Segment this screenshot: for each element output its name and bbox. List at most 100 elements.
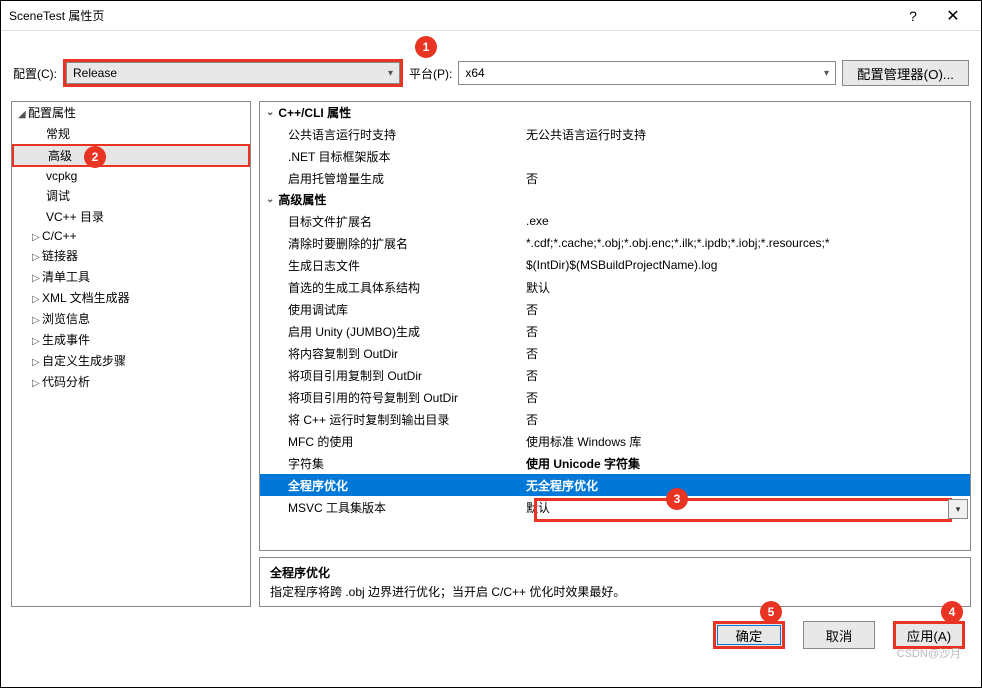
tree-item[interactable]: 高级	[12, 144, 250, 167]
platform-select[interactable]: x64 ▾	[458, 61, 836, 85]
property-row[interactable]: 将项目引用的符号复制到 OutDir否	[260, 386, 970, 408]
window-title: SceneTest 属性页	[9, 7, 893, 24]
property-row[interactable]: 生成日志文件$(IntDir)$(MSBuildProjectName).log	[260, 254, 970, 276]
property-row[interactable]: MSVC 工具集版本默认	[260, 496, 970, 518]
caret-down-icon: ◢	[18, 109, 28, 120]
close-button[interactable]: ✕	[933, 6, 973, 26]
config-label: 配置(C):	[13, 65, 57, 82]
property-row[interactable]: 将项目引用复制到 OutDir否	[260, 364, 970, 386]
property-row[interactable]: 全程序优化无全程序优化	[260, 474, 970, 496]
platform-label: 平台(P):	[409, 65, 452, 82]
property-row[interactable]: 使用调试库否	[260, 298, 970, 320]
property-row[interactable]: 启用托管增量生成否	[260, 167, 970, 189]
tree-item[interactable]: ▷浏览信息	[12, 308, 250, 329]
tree-item-label: C/C++	[42, 229, 77, 243]
property-row[interactable]: MFC 的使用使用标准 Windows 库	[260, 430, 970, 452]
property-name: 启用托管增量生成	[260, 170, 522, 187]
property-row[interactable]: 启用 Unity (JUMBO)生成否	[260, 320, 970, 342]
property-value: 否	[522, 367, 970, 384]
property-name: 首选的生成工具体系结构	[260, 279, 522, 296]
tree-item-label: XML 文档生成器	[42, 291, 130, 305]
tree-item[interactable]: vcpkg	[12, 167, 250, 185]
annotation-badge-2: 2	[84, 146, 106, 168]
dropdown-chevron-icon[interactable]: ▾	[948, 499, 968, 519]
property-value: 否	[522, 345, 970, 362]
watermark: CSDN@沙月	[897, 645, 961, 661]
caret-right-icon: ▷	[32, 273, 42, 284]
group-name: 高级属性	[278, 191, 326, 208]
tree-item-label: 高级	[48, 149, 72, 163]
property-row[interactable]: .NET 目标框架版本	[260, 145, 970, 167]
description-title: 全程序优化	[270, 564, 960, 581]
config-manager-button[interactable]: 配置管理器(O)...	[842, 60, 969, 86]
property-row[interactable]: 将 C++ 运行时复制到输出目录否	[260, 408, 970, 430]
property-value: 否	[522, 301, 970, 318]
tree-item[interactable]: ▷代码分析	[12, 371, 250, 392]
caret-right-icon: ▷	[32, 315, 42, 326]
property-row[interactable]: 公共语言运行时支持无公共语言运行时支持	[260, 123, 970, 145]
tree-item-label: 调试	[46, 189, 70, 203]
annotation-badge-5: 5	[760, 601, 782, 623]
property-value: 使用 Unicode 字符集	[522, 455, 970, 472]
property-name: MSVC 工具集版本	[260, 499, 522, 516]
tree-item[interactable]: 调试	[12, 185, 250, 206]
property-name: .NET 目标框架版本	[260, 148, 522, 165]
tree-item-label: 自定义生成步骤	[42, 354, 126, 368]
tree-panel: ◢配置属性 常规高级vcpkg调试VC++ 目录▷C/C++▷链接器▷清单工具▷…	[11, 101, 251, 607]
caret-right-icon: ▷	[32, 357, 42, 368]
chevron-down-icon: ⌄	[266, 194, 274, 205]
caret-right-icon: ▷	[32, 232, 42, 243]
property-name: 全程序优化	[260, 477, 522, 494]
tree-item-label: 生成事件	[42, 333, 90, 347]
description-text: 指定程序将跨 .obj 边界进行优化；当开启 C/C++ 优化时效果最好。	[270, 583, 960, 600]
tree-item-label: 代码分析	[42, 375, 90, 389]
tree-item[interactable]: ▷生成事件	[12, 329, 250, 350]
tree-item[interactable]: VC++ 目录	[12, 206, 250, 227]
annotation-badge-3: 3	[666, 488, 688, 510]
tree-item[interactable]: ▷C/C++	[12, 227, 250, 245]
tree-root-label: 配置属性	[28, 106, 76, 120]
config-row: 配置(C): Release ▾ 平台(P): x64 ▾ 配置管理器(O)..…	[1, 31, 981, 101]
property-page-window: SceneTest 属性页 ? ✕ 1 2 配置(C): Release ▾ 平…	[0, 0, 982, 688]
tree-item[interactable]: ▷链接器	[12, 245, 250, 266]
property-name: 公共语言运行时支持	[260, 126, 522, 143]
annotation-badge-1: 1	[415, 36, 437, 58]
tree-item-label: 链接器	[42, 249, 78, 263]
tree-item[interactable]: 常规	[12, 123, 250, 144]
ok-button[interactable]: 确定	[713, 621, 785, 649]
property-row[interactable]: 将内容复制到 OutDir否	[260, 342, 970, 364]
property-value: 默认	[522, 279, 970, 296]
caret-right-icon: ▷	[32, 252, 42, 263]
help-button[interactable]: ?	[893, 8, 933, 24]
property-name: 将项目引用复制到 OutDir	[260, 367, 522, 384]
property-value: 否	[522, 411, 970, 428]
tree-item-label: 浏览信息	[42, 312, 90, 326]
property-name: 字符集	[260, 455, 522, 472]
tree-item[interactable]: ▷清单工具	[12, 266, 250, 287]
description-panel: 全程序优化 指定程序将跨 .obj 边界进行优化；当开启 C/C++ 优化时效果…	[259, 557, 971, 607]
tree-item-label: vcpkg	[46, 169, 77, 183]
property-group-header[interactable]: ⌄ 高级属性	[260, 189, 970, 210]
platform-value: x64	[465, 66, 484, 80]
config-select[interactable]: Release ▾	[66, 62, 400, 84]
property-name: 生成日志文件	[260, 257, 522, 274]
property-row[interactable]: 清除时要删除的扩展名*.cdf;*.cache;*.obj;*.obj.enc;…	[260, 232, 970, 254]
chevron-down-icon: ▾	[388, 68, 393, 79]
tree-root[interactable]: ◢配置属性	[12, 102, 250, 123]
property-value: 使用标准 Windows 库	[522, 433, 970, 450]
property-value: 否	[522, 323, 970, 340]
property-group-header[interactable]: ⌄C++/CLI 属性	[260, 102, 970, 123]
property-row[interactable]: 字符集使用 Unicode 字符集	[260, 452, 970, 474]
titlebar: SceneTest 属性页 ? ✕	[1, 1, 981, 31]
property-row[interactable]: 目标文件扩展名.exe	[260, 210, 970, 232]
config-select-wrapper: Release ▾	[63, 59, 403, 87]
tree-item[interactable]: ▷自定义生成步骤	[12, 350, 250, 371]
property-name: 将内容复制到 OutDir	[260, 345, 522, 362]
property-value: 无全程序优化	[522, 477, 970, 494]
tree-item[interactable]: ▷XML 文档生成器	[12, 287, 250, 308]
cancel-button[interactable]: 取消	[803, 621, 875, 649]
annotation-badge-4: 4	[941, 601, 963, 623]
property-value: $(IntDir)$(MSBuildProjectName).log	[522, 258, 970, 272]
property-row[interactable]: 首选的生成工具体系结构默认	[260, 276, 970, 298]
tree-item-label: 常规	[46, 127, 70, 141]
